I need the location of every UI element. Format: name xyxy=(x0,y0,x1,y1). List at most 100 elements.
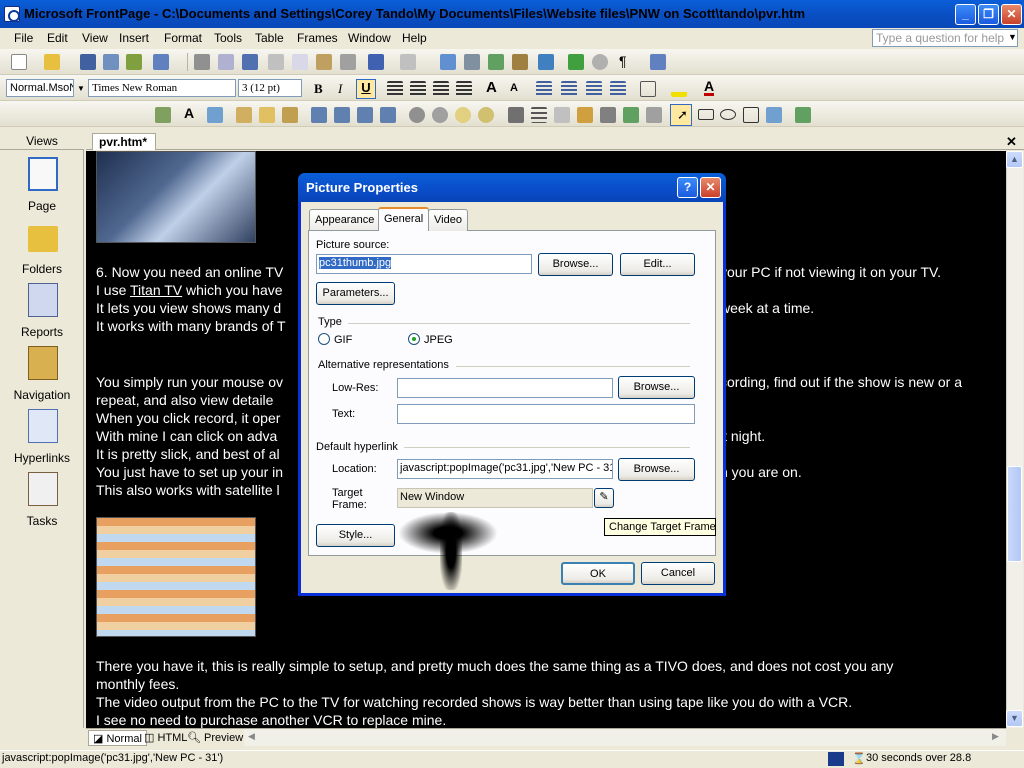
browse-source-button[interactable]: Browse... xyxy=(538,253,613,276)
scroll-up-icon[interactable]: ▲ xyxy=(1006,151,1023,168)
paste-icon[interactable] xyxy=(316,54,332,70)
scroll-right-icon[interactable]: ▶ xyxy=(992,731,999,742)
numbering-icon[interactable] xyxy=(536,81,552,97)
dialog-close-button[interactable]: ✕ xyxy=(700,177,721,198)
restore-button[interactable]: ❐ xyxy=(978,4,999,25)
web-component-icon[interactable] xyxy=(440,54,456,70)
crop-icon[interactable] xyxy=(508,107,524,123)
resample-icon[interactable] xyxy=(623,107,639,123)
font-color-icon[interactable]: A xyxy=(704,79,715,96)
screenshot-thumbnail-1[interactable] xyxy=(96,151,256,243)
view-page[interactable]: Page xyxy=(6,157,78,219)
font-size-dropdown[interactable]: 3 (12 pt) xyxy=(238,79,302,97)
browse-lowres-button[interactable]: Browse... xyxy=(618,376,695,399)
help-icon[interactable] xyxy=(650,54,666,70)
select-tool-button[interactable]: ➚ xyxy=(670,104,692,126)
restore-picture-icon[interactable] xyxy=(646,107,662,123)
undo-icon[interactable] xyxy=(368,54,384,70)
justify-icon[interactable] xyxy=(456,81,472,97)
bring-forward-icon[interactable] xyxy=(259,107,275,123)
rotate-right-icon[interactable] xyxy=(334,107,350,123)
tab-appearance[interactable]: Appearance xyxy=(309,209,381,231)
highlight-icon[interactable] xyxy=(671,81,687,97)
bold-button[interactable]: B xyxy=(314,81,323,97)
close-button[interactable]: ✕ xyxy=(1001,4,1022,25)
insert-table-icon[interactable] xyxy=(464,54,480,70)
menu-view[interactable]: View xyxy=(82,31,108,45)
print-preview-icon[interactable] xyxy=(218,54,234,70)
edit-button[interactable]: Edit... xyxy=(620,253,695,276)
rotate-left-icon[interactable] xyxy=(311,107,327,123)
menu-insert[interactable]: Insert xyxy=(119,31,149,45)
scroll-left-icon[interactable]: ◀ xyxy=(248,731,255,742)
low-res-input[interactable] xyxy=(397,378,613,398)
view-tasks[interactable]: Tasks xyxy=(6,472,78,534)
tab-pvr-htm[interactable]: pvr.htm* xyxy=(92,133,156,150)
refresh-icon[interactable] xyxy=(568,54,584,70)
more-brightness-icon[interactable] xyxy=(455,107,471,123)
publish-icon[interactable] xyxy=(103,54,119,70)
views-toggle-icon[interactable] xyxy=(153,54,169,70)
scrollbar-thumb[interactable] xyxy=(1007,466,1022,562)
open-folder-icon[interactable] xyxy=(44,54,60,70)
stop-icon[interactable] xyxy=(592,54,608,70)
borders-icon[interactable] xyxy=(640,81,656,97)
save-icon[interactable] xyxy=(80,54,96,70)
more-contrast-icon[interactable] xyxy=(409,107,425,123)
folder-list-icon[interactable] xyxy=(126,54,142,70)
circle-hotspot-icon[interactable] xyxy=(720,109,736,120)
cut-icon[interactable] xyxy=(268,54,284,70)
style-dropdown[interactable]: Normal.MsoN xyxy=(6,79,74,97)
text-on-picture-icon[interactable]: A xyxy=(184,105,194,121)
gif-radio[interactable] xyxy=(318,333,330,345)
chevron-down-icon[interactable]: ▼ xyxy=(77,84,85,93)
set-transparent-color-icon[interactable] xyxy=(554,107,570,123)
jpeg-radio[interactable] xyxy=(408,333,420,345)
hyperlink-icon[interactable] xyxy=(538,54,554,70)
menu-window[interactable]: Window xyxy=(348,31,391,45)
flip-horizontal-icon[interactable] xyxy=(357,107,373,123)
format-painter-icon[interactable] xyxy=(340,54,356,70)
tab-general[interactable]: General xyxy=(378,207,430,231)
view-navigation[interactable]: Navigation xyxy=(6,346,78,408)
bullets-icon[interactable] xyxy=(561,81,577,97)
menu-help[interactable]: Help xyxy=(402,31,427,45)
print-icon[interactable] xyxy=(194,54,210,70)
parameters-button[interactable]: Parameters... xyxy=(316,282,395,305)
tab-video[interactable]: Video xyxy=(428,209,468,231)
picture-source-input[interactable]: pc31thumb.jpg xyxy=(316,254,532,274)
flip-vertical-icon[interactable] xyxy=(380,107,396,123)
close-document-icon[interactable]: ✕ xyxy=(1006,134,1017,150)
tab-normal[interactable]: ◪ Normal xyxy=(88,730,147,746)
italic-button[interactable]: I xyxy=(338,81,342,97)
redo-icon[interactable] xyxy=(400,54,416,70)
menu-edit[interactable]: Edit xyxy=(47,31,68,45)
change-target-frame-button[interactable]: ✎ xyxy=(594,488,614,508)
insert-picture-icon[interactable] xyxy=(488,54,504,70)
rectangle-hotspot-icon[interactable] xyxy=(698,109,714,120)
align-left-icon[interactable] xyxy=(387,81,403,97)
send-backward-icon[interactable] xyxy=(282,107,298,123)
increase-font-icon[interactable]: A xyxy=(486,79,497,96)
show-all-icon[interactable]: ¶ xyxy=(619,53,627,69)
drawing-icon[interactable] xyxy=(512,54,528,70)
insert-picture-from-file-icon[interactable] xyxy=(155,107,171,123)
frontpage-app-icon[interactable] xyxy=(4,6,20,22)
vertical-scrollbar[interactable] xyxy=(1006,151,1023,728)
screenshot-thumbnail-2[interactable] xyxy=(96,517,256,637)
view-hyperlinks[interactable]: Hyperlinks xyxy=(6,409,78,471)
line-style-icon[interactable] xyxy=(531,107,547,123)
polygon-hotspot-icon[interactable] xyxy=(743,107,759,123)
increase-indent-icon[interactable] xyxy=(610,81,626,97)
location-input[interactable]: javascript:popImage('pc31.jpg','New PC -… xyxy=(397,459,613,479)
less-brightness-icon[interactable] xyxy=(478,107,494,123)
titan-tv-link[interactable]: Titan TV xyxy=(130,282,182,298)
horizontal-scrollbar[interactable] xyxy=(244,729,1006,746)
scroll-down-icon[interactable]: ▼ xyxy=(1006,710,1023,727)
toolbar-options-icon[interactable] xyxy=(795,107,811,123)
spelling-icon[interactable] xyxy=(242,54,258,70)
browse-location-button[interactable]: Browse... xyxy=(618,458,695,481)
view-reports[interactable]: Reports xyxy=(6,283,78,345)
ok-button[interactable]: OK xyxy=(561,562,635,585)
cancel-button[interactable]: Cancel xyxy=(641,562,715,585)
